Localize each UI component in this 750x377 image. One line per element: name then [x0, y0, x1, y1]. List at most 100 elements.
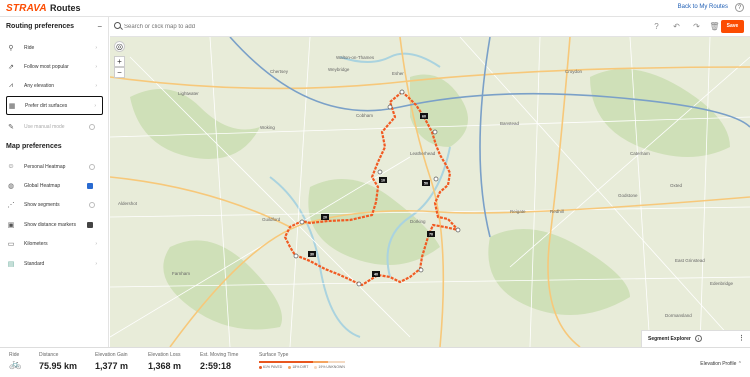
- routing-popularity[interactable]: ⇗ Follow most popular ›: [6, 58, 103, 75]
- waypoint[interactable]: [432, 129, 438, 135]
- distance-marker-label: 60: [422, 115, 426, 119]
- waypoint[interactable]: [433, 176, 439, 182]
- ruler-icon: ▭: [7, 240, 15, 248]
- place-label: Oxted: [670, 183, 683, 188]
- manual-icon: ✎: [8, 123, 14, 131]
- routing-elevation[interactable]: ⩘ Any elevation ›: [6, 77, 103, 94]
- waypoint[interactable]: [356, 281, 362, 287]
- stat-elevation-gain: Elevation Gain 1,377 m: [95, 352, 128, 371]
- locate-icon[interactable]: ◎: [114, 41, 125, 52]
- distance-marker-label: 10: [381, 179, 385, 183]
- search-toolbar: ? ↶ ↷ 🗑 Save: [110, 17, 750, 37]
- undo-icon[interactable]: ↶: [671, 21, 682, 32]
- trash-icon[interactable]: 🗑: [709, 21, 720, 32]
- place-label: East Grinstead: [675, 258, 705, 263]
- map-canvas[interactable]: Weybridge Esher Cobham Lightwater Woking…: [110, 37, 750, 347]
- place-label: Weybridge: [328, 67, 350, 72]
- global-heatmap-checkbox[interactable]: [87, 182, 93, 189]
- elevation-gain-value: 1,377 m: [95, 361, 129, 371]
- place-label: Croydon: [565, 69, 583, 74]
- place-label: Walton-on-Thames: [336, 55, 375, 60]
- surface-legend-unknown: 19% UNKNOWN: [314, 365, 345, 369]
- waypoint[interactable]: [377, 169, 383, 175]
- map-show-segments[interactable]: ⋰ Show segments: [6, 196, 103, 213]
- place-label: Chertsey: [270, 69, 289, 74]
- distance-marker-label: 70: [429, 233, 433, 237]
- chevron-right-icon: ›: [95, 44, 97, 51]
- waypoint[interactable]: [399, 89, 405, 95]
- place-label: Farnham: [172, 271, 190, 276]
- more-options-icon[interactable]: ⋮: [738, 334, 745, 342]
- waypoint[interactable]: [455, 227, 461, 233]
- distance-marker-label: 30: [310, 253, 314, 257]
- map-personal-heatmap[interactable]: ☺ Personal Heatmap: [6, 158, 103, 175]
- routing-ride[interactable]: ⚲ Ride ›: [6, 39, 103, 56]
- elevation-icon: ⩘: [9, 81, 13, 89]
- chevron-right-icon: ›: [95, 240, 97, 247]
- routing-manual-label: Use manual mode: [24, 123, 65, 130]
- back-to-routes-link[interactable]: Back to My Routes: [678, 4, 728, 10]
- distance-markers-checkbox[interactable]: [87, 221, 93, 228]
- waypoint[interactable]: [293, 253, 299, 259]
- waypoint[interactable]: [299, 219, 305, 225]
- manual-mode-toggle[interactable]: [89, 123, 95, 130]
- show-segments-label: Show segments: [24, 201, 60, 208]
- routing-popularity-label: Follow most popular: [24, 63, 69, 70]
- segment-explorer-panel[interactable]: Segment Explorer i ⋮: [641, 330, 750, 347]
- distance-marker-label: 50: [424, 182, 428, 186]
- redo-icon[interactable]: ↷: [691, 21, 702, 32]
- route-map[interactable]: Weybridge Esher Cobham Lightwater Woking…: [110, 37, 750, 347]
- save-button[interactable]: Save: [721, 20, 744, 33]
- place-label: Godstone: [618, 193, 638, 198]
- chevron-right-icon: ›: [95, 260, 97, 267]
- place-label: Lightwater: [178, 91, 199, 96]
- place-label: Guildford: [262, 217, 281, 222]
- personal-heatmap-toggle[interactable]: [89, 163, 95, 170]
- routing-surface-label: Prefer dirt surfaces: [25, 102, 68, 109]
- show-segments-toggle[interactable]: [89, 201, 95, 208]
- units-label: Kilometers: [24, 240, 48, 247]
- place-label: Dormansland: [665, 313, 692, 318]
- routing-surface[interactable]: ▦ Prefer dirt surfaces ›: [6, 96, 103, 115]
- zoom-out-button[interactable]: −: [114, 67, 125, 78]
- segment-explorer-label: Segment Explorer: [648, 336, 691, 342]
- map-global-heatmap[interactable]: ◍ Global Heatmap: [6, 177, 103, 194]
- place-label: Banstead: [500, 121, 520, 126]
- bike-icon: ⚲: [8, 44, 14, 52]
- person-icon: ☺: [7, 163, 15, 170]
- bike-icon: 🚲: [9, 359, 22, 370]
- place-label: Dorking: [410, 219, 426, 224]
- help-icon[interactable]: ?: [651, 21, 662, 32]
- stat-surface-type: Surface Type 61% PAVED 18% DIRT 19% UNKN…: [259, 352, 345, 369]
- waypoint[interactable]: [387, 104, 393, 110]
- stat-distance: Distance 75.95 km: [39, 352, 77, 371]
- routing-manual-mode[interactable]: ✎ Use manual mode: [6, 118, 103, 135]
- page-title: Routes: [50, 3, 81, 13]
- zoom-in-button[interactable]: +: [114, 56, 125, 67]
- routing-elevation-label: Any elevation: [24, 82, 55, 89]
- waypoint[interactable]: [418, 267, 424, 273]
- distance-label: Distance: [39, 352, 59, 358]
- personal-heatmap-label: Personal Heatmap: [24, 163, 66, 170]
- distance-marker-label: 20: [323, 216, 327, 220]
- strava-logo[interactable]: STRAVA: [6, 3, 47, 14]
- globe-icon: ◍: [7, 182, 15, 190]
- surface-type-bar: [259, 361, 345, 363]
- info-icon[interactable]: i: [695, 335, 702, 342]
- stat-elevation-loss: Elevation Loss 1,368 m: [148, 352, 181, 371]
- search-input[interactable]: [124, 21, 324, 33]
- map-units[interactable]: ▭ Kilometers ›: [6, 235, 103, 252]
- elevation-profile-toggle[interactable]: Elevation Profile ⌃: [700, 361, 742, 367]
- sidebar: Routing preferences − ⚲ Ride › ⇗ Follow …: [0, 17, 109, 347]
- map-style[interactable]: ▤ Standard ›: [6, 255, 103, 272]
- elevation-profile-label: Elevation Profile: [700, 361, 737, 367]
- map-distance-markers[interactable]: ▣ Show distance markers: [6, 216, 103, 233]
- map-style-icon: ▤: [7, 260, 15, 268]
- surface-segment-paved: [259, 361, 313, 363]
- markers-icon: ▣: [7, 221, 15, 229]
- collapse-routing-icon[interactable]: −: [97, 22, 102, 31]
- map-preferences-title: Map preferences: [6, 143, 62, 150]
- sport-label: Ride: [9, 352, 20, 358]
- surface-legend-paved: 61% PAVED: [259, 365, 282, 369]
- help-icon[interactable]: ?: [735, 3, 744, 12]
